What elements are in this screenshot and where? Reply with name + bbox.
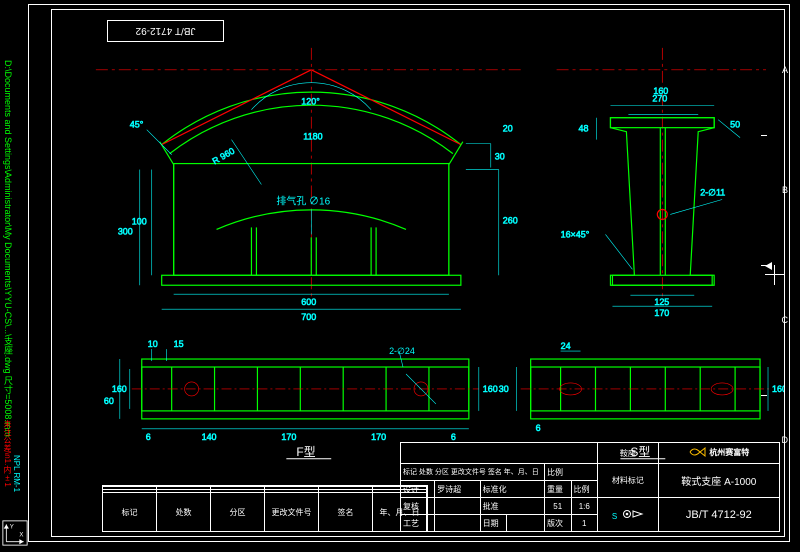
cad-model-viewport[interactable]: D:\Documents and Settings\Administrator\…	[0, 0, 800, 552]
dim: 170	[371, 432, 386, 442]
dim-angle: 120°	[301, 97, 320, 107]
revision-grid: 标记 处数 分区 更改文件号 签名 年、月、日	[102, 485, 428, 532]
vent-note: 排气孔 ∅16	[276, 194, 330, 207]
dim: 100	[132, 216, 147, 226]
dim: 30	[495, 152, 505, 162]
dim: 160	[112, 384, 127, 394]
drawing-number: 鞍式支座 A-1000	[658, 464, 779, 498]
dim: 48	[579, 124, 589, 134]
dim: 140	[202, 432, 217, 442]
dim: 20	[503, 124, 513, 134]
dim: 700	[301, 312, 316, 322]
part-name: 鞍座	[598, 443, 659, 464]
drawing-sheet-inner: JB/T 4712-92	[51, 9, 785, 537]
drawing-sheet-outer: A B C D JB/T 4712-92	[28, 4, 790, 542]
file-path-text: D:\Documents and Settings\Administrator\…	[2, 60, 15, 437]
dim: 24	[561, 341, 571, 351]
chamfer-note: 16×45°	[561, 229, 590, 239]
dim: 10	[148, 339, 158, 349]
dim-dia: 1180	[303, 132, 322, 142]
material-header: 材料标记	[598, 464, 659, 498]
dim: 15	[174, 339, 184, 349]
title-block: 鞍座 杭州赛富特 标记 处数 分区 更改文件号 签名 年、月、日 比例 材料标记	[400, 442, 780, 532]
dim: 160	[772, 384, 784, 394]
designer-name: 罗诗超	[435, 481, 480, 498]
left-margin-strip: D:\Documents and Settings\Administrator\…	[2, 0, 20, 552]
svg-text:Y: Y	[10, 525, 14, 531]
company-cell: 杭州赛富特	[658, 443, 779, 464]
npl-note: NPL RM-1	[12, 455, 21, 492]
dim: 60	[104, 396, 114, 406]
dim: 160	[483, 384, 498, 394]
dim: 6	[451, 432, 456, 442]
view-label-f: F型	[296, 445, 315, 459]
dim: 125	[654, 297, 669, 307]
dim: 600	[301, 297, 316, 307]
dim: 300	[118, 226, 133, 236]
dim: 6	[146, 432, 151, 442]
scale-val: 1:6	[571, 498, 598, 515]
standard-ref: JB/T 4712-92	[658, 498, 779, 532]
svg-text:X: X	[19, 532, 23, 538]
projection-symbol-icon	[622, 509, 644, 519]
dim: 160	[653, 86, 668, 96]
company-logo-icon	[688, 446, 706, 460]
dim: 6	[536, 423, 541, 433]
hole-note: 2-∅24	[389, 346, 415, 356]
hole-note: 2-∅11	[700, 187, 725, 197]
weight-val: 51	[544, 498, 571, 515]
dim: 30	[499, 384, 509, 394]
dim: 170	[654, 308, 669, 318]
ucs-icon[interactable]: X Y	[2, 520, 28, 546]
dim-angle: 45°	[130, 120, 144, 130]
dim: 260	[503, 215, 518, 225]
dim-angle: 50	[730, 120, 740, 130]
dim: 170	[281, 432, 296, 442]
